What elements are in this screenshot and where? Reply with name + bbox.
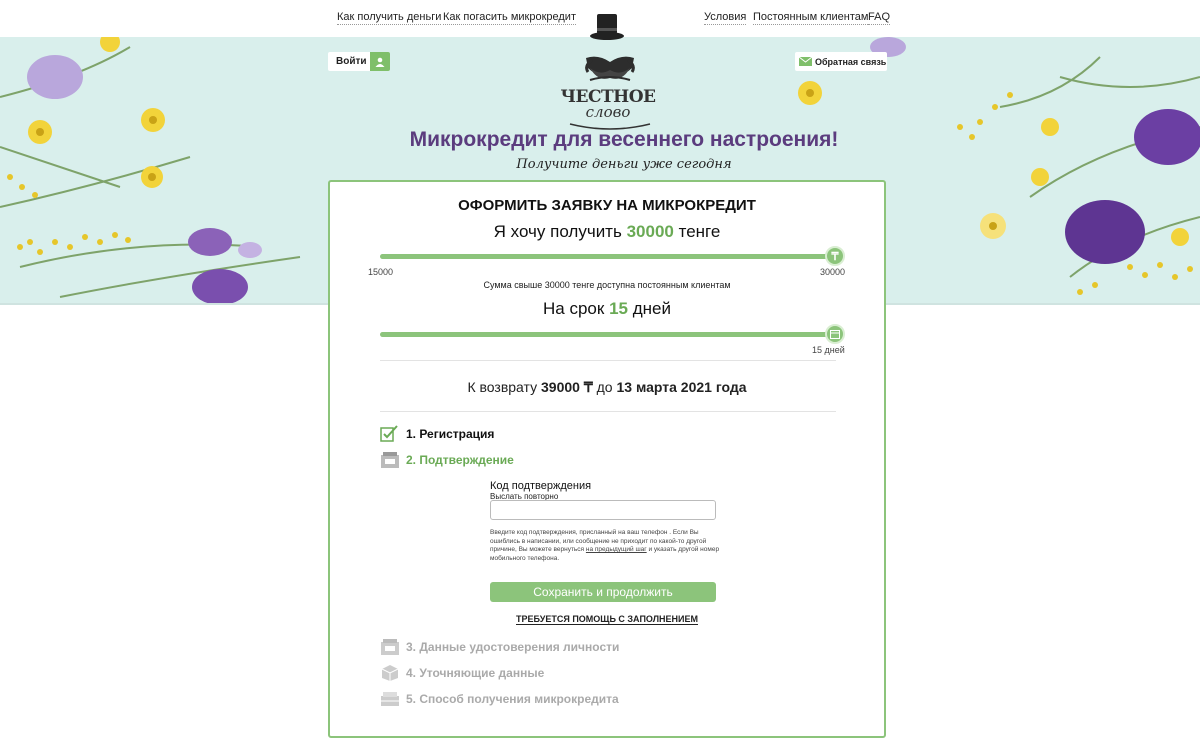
- amount-max-label: 30000: [820, 267, 846, 277]
- step-label: 3. Данные удостоверения личности: [406, 640, 620, 654]
- amount-suffix: тенге: [678, 222, 721, 241]
- term-slider-handle[interactable]: [825, 324, 845, 344]
- step-label: 1. Регистрация: [406, 427, 495, 441]
- amount-value: 30000: [626, 222, 674, 241]
- page-subheadline: Получите деньги уже сегодня: [516, 157, 732, 172]
- term-tick-label: 15 дней: [812, 345, 845, 355]
- amount-prefix: Я хочу получить: [493, 222, 622, 241]
- tenge-icon: ₸: [831, 250, 839, 263]
- amount-slider-handle[interactable]: ₸: [825, 246, 845, 266]
- save-and-continue-button[interactable]: Сохранить и продолжить: [490, 582, 716, 602]
- step-label: 4. Уточняющие данные: [406, 666, 545, 680]
- step-id-data[interactable]: 3. Данные удостоверения личности: [380, 638, 619, 656]
- divider: [380, 411, 836, 412]
- help-fill-label: ТРЕБУЕТСЯ ПОМОЩЬ С ЗАПОЛНЕНИЕМ: [516, 614, 698, 625]
- term-suffix: дней: [632, 299, 671, 318]
- confirmation-help-text: Введите код подтверждения, присланный на…: [490, 529, 730, 563]
- code-label: Код подтверждения: [490, 480, 592, 492]
- previous-step-link[interactable]: на предыдущий шаг: [586, 546, 647, 553]
- return-line: К возврату 39000 ₸ до 13 марта 2021 года: [330, 379, 884, 396]
- box-icon: [380, 664, 400, 682]
- form-title: ОФОРМИТЬ ЗАЯВКУ НА МИКРОКРЕДИТ: [458, 197, 756, 214]
- nav-how-to-repay[interactable]: Как погасить микрокредит: [443, 10, 576, 25]
- return-amount: 39000 ₸: [541, 379, 593, 395]
- nav-regular-clients[interactable]: Постоянным клиентам: [753, 10, 869, 25]
- divider: [380, 360, 836, 361]
- page-headline: Микрокредит для весеннего настроения!: [409, 128, 839, 151]
- application-form-card: ОФОРМИТЬ ЗАЯВКУ НА МИКРОКРЕДИТ Я хочу по…: [328, 180, 886, 738]
- pen-check-icon: [380, 425, 400, 443]
- top-hat-icon: [590, 14, 624, 40]
- login-label: Войти: [336, 56, 367, 67]
- return-mid: до: [596, 379, 613, 395]
- return-date: 13 марта 2021 года: [616, 379, 747, 395]
- return-prefix: К возврату: [467, 379, 538, 395]
- wallet-icon: [380, 690, 400, 708]
- feedback-label: Обратная связь: [815, 56, 887, 67]
- help-fill-link[interactable]: ТРЕБУЕТСЯ ПОМОЩЬ С ЗАПОЛНЕНИЕМ: [330, 614, 884, 625]
- term-prefix: На срок: [543, 299, 605, 318]
- nav-how-to-get-money[interactable]: Как получить деньги: [337, 10, 442, 25]
- nav-faq[interactable]: FAQ: [868, 10, 891, 25]
- term-value: 15: [609, 299, 628, 318]
- amount-note: Сумма свыше 30000 тенге доступна постоян…: [483, 280, 731, 290]
- calendar-icon: [830, 330, 840, 339]
- term-line: На срок 15 дней: [330, 299, 884, 319]
- step-registration[interactable]: 1. Регистрация: [380, 425, 494, 443]
- login-button[interactable]: Войти: [328, 52, 390, 71]
- step-clarifying-data[interactable]: 4. Уточняющие данные: [380, 664, 544, 682]
- nav-conditions[interactable]: Условия: [704, 10, 747, 25]
- logo-subtitle: слово: [585, 103, 631, 121]
- id-card-icon: [380, 638, 400, 656]
- step-receive-method[interactable]: 5. Способ получения микрокредита: [380, 690, 619, 708]
- step-confirmation[interactable]: 2. Подтверждение: [380, 451, 514, 469]
- amount-min-label: 15000: [368, 267, 394, 277]
- confirmation-code-input[interactable]: [490, 500, 716, 520]
- step-label: 2. Подтверждение: [406, 453, 514, 467]
- feedback-button[interactable]: Обратная связь: [795, 52, 887, 71]
- confirm-icon: [380, 451, 400, 469]
- envelope-icon: [795, 57, 815, 66]
- amount-line: Я хочу получить 30000 тенге: [330, 222, 884, 242]
- term-slider-track[interactable]: [380, 332, 836, 337]
- step-label: 5. Способ получения микрокредита: [406, 692, 619, 706]
- user-icon: [370, 52, 390, 71]
- amount-slider-track[interactable]: [380, 254, 836, 259]
